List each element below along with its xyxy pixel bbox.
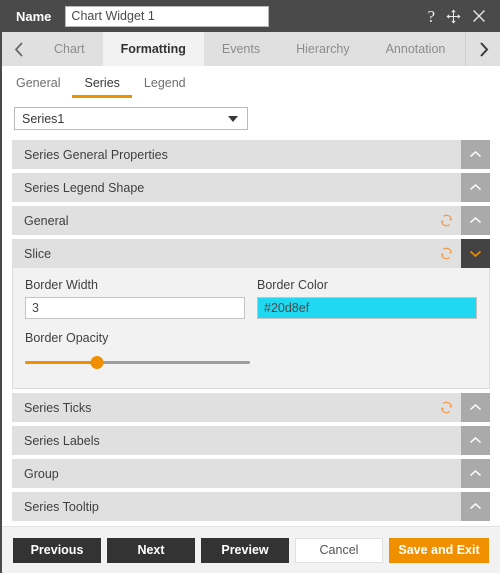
- series-dropdown[interactable]: Series1: [14, 107, 248, 130]
- tab-chart-label: Chart: [54, 42, 85, 56]
- accordion-item-slice: Slice Border Width 3 Border Color #20d8e…: [12, 239, 490, 389]
- close-icon[interactable]: [472, 9, 486, 23]
- previous-button[interactable]: Previous: [13, 537, 101, 563]
- reset-icon[interactable]: [435, 213, 457, 228]
- move-icon[interactable]: [446, 8, 461, 24]
- widget-name-input[interactable]: [65, 5, 270, 27]
- accordion-toggle-collapsed[interactable]: [461, 426, 490, 455]
- subtab-series[interactable]: Series: [72, 76, 132, 98]
- tab-formatting[interactable]: Formatting: [102, 32, 204, 66]
- border-width-label: Border Width: [25, 278, 98, 292]
- dialog-titlebar: Name ?: [2, 0, 500, 32]
- subtab-general-label: General: [16, 76, 61, 90]
- border-color-label: Border Color: [257, 278, 328, 292]
- accordion-header-general[interactable]: General: [12, 206, 490, 235]
- cancel-button[interactable]: Cancel: [295, 537, 383, 563]
- accordion-toggle-collapsed[interactable]: [461, 393, 490, 422]
- accordion-header-series-ticks[interactable]: Series Ticks: [12, 393, 490, 422]
- series-accordion: Series General Properties Series Legend …: [2, 136, 500, 526]
- border-opacity-field: Border Opacity: [25, 331, 477, 372]
- accordion-item-general: General: [12, 206, 490, 235]
- border-opacity-slider[interactable]: [25, 354, 250, 372]
- help-icon[interactable]: ?: [427, 8, 435, 25]
- accordion-item-group: Group: [12, 459, 490, 488]
- border-color-field: Border Color #20d8ef: [257, 278, 477, 319]
- border-color-swatch[interactable]: #20d8ef: [257, 297, 477, 319]
- accordion-item-series-general-properties: Series General Properties: [12, 140, 490, 169]
- accordion-title: Series Legend Shape: [24, 180, 145, 195]
- series-select-row: Series1: [2, 98, 500, 136]
- tab-hierarchy-label: Hierarchy: [296, 42, 350, 56]
- accordion-title: Series General Properties: [24, 147, 168, 162]
- accordion-title: Series Labels: [24, 433, 100, 448]
- series-dropdown-value: Series1: [22, 111, 65, 126]
- subtab-legend-label: Legend: [143, 76, 186, 90]
- tab-chart[interactable]: Chart: [36, 32, 103, 66]
- accordion-title: Series Ticks: [24, 400, 92, 415]
- accordion-item-series-ticks: Series Ticks: [12, 393, 490, 422]
- tab-list: Chart Formatting Events Hierarchy Annota…: [36, 32, 465, 66]
- accordion-header-series-labels[interactable]: Series Labels: [12, 426, 490, 455]
- chart-widget-dialog: Name ?: [0, 0, 500, 573]
- name-label: Name: [16, 8, 52, 24]
- tab-annotation[interactable]: Annotation: [367, 32, 464, 66]
- accordion-title: Group: [24, 466, 59, 481]
- border-width-field: Border Width: [25, 278, 245, 319]
- accordion-header-group[interactable]: Group: [12, 459, 490, 488]
- accordion-title: Series Tooltip: [24, 499, 99, 514]
- accordion-toggle-collapsed[interactable]: [461, 206, 490, 235]
- border-color-value: #20d8ef: [264, 301, 310, 315]
- tabs-scroll-right-button[interactable]: [465, 32, 500, 66]
- accordion-item-series-tooltip: Series Tooltip: [12, 492, 490, 521]
- chevron-left-icon: [13, 41, 26, 58]
- formatting-panel: General Series Legend Series1 Series Gen…: [2, 66, 500, 526]
- accordion-header-series-tooltip[interactable]: Series Tooltip: [12, 492, 490, 521]
- subtab-legend[interactable]: Legend: [132, 76, 198, 98]
- accordion-item-series-labels: Series Labels: [12, 426, 490, 455]
- chevron-down-icon: [228, 115, 238, 122]
- formatting-subtabs: General Series Legend: [2, 66, 500, 98]
- reset-icon[interactable]: [435, 400, 457, 415]
- slider-thumb[interactable]: [90, 356, 104, 369]
- border-opacity-label: Border Opacity: [25, 331, 109, 345]
- subtab-series-label: Series: [84, 76, 120, 90]
- next-button[interactable]: Next: [107, 537, 195, 563]
- accordion-toggle-collapsed[interactable]: [461, 140, 490, 169]
- accordion-toggle-collapsed[interactable]: [461, 173, 490, 202]
- tabs-scroll-left-button[interactable]: [2, 32, 36, 66]
- accordion-toggle-collapsed[interactable]: [461, 492, 490, 521]
- slice-field-row: Border Width Border Color #20d8ef: [25, 278, 477, 319]
- slider-fill: [25, 361, 97, 364]
- save-and-exit-button[interactable]: Save and Exit: [389, 537, 489, 563]
- chevron-right-icon: [477, 41, 490, 58]
- accordion-header-series-legend-shape[interactable]: Series Legend Shape: [12, 173, 490, 202]
- accordion-header-series-general-properties[interactable]: Series General Properties: [12, 140, 490, 169]
- tab-formatting-label: Formatting: [120, 42, 186, 56]
- reset-icon[interactable]: [435, 246, 457, 261]
- preview-button[interactable]: Preview: [201, 537, 289, 563]
- subtab-general[interactable]: General: [14, 76, 72, 98]
- dialog-footer: Previous Next Preview Cancel Save and Ex…: [2, 526, 500, 573]
- tab-hierarchy[interactable]: Hierarchy: [278, 32, 368, 66]
- main-tabstrip: Chart Formatting Events Hierarchy Annota…: [2, 32, 500, 66]
- accordion-title: Slice: [24, 246, 52, 261]
- accordion-title: General: [24, 213, 69, 228]
- accordion-item-series-legend-shape: Series Legend Shape: [12, 173, 490, 202]
- accordion-header-slice[interactable]: Slice: [12, 239, 490, 268]
- tab-events-label: Events: [221, 42, 261, 56]
- border-width-input[interactable]: [25, 297, 245, 319]
- accordion-toggle-collapsed[interactable]: [461, 459, 490, 488]
- titlebar-icons: ?: [427, 8, 492, 25]
- accordion-toggle-expanded[interactable]: [461, 239, 490, 268]
- tab-events[interactable]: Events: [203, 32, 279, 66]
- tab-annotation-label: Annotation: [385, 42, 446, 56]
- slice-settings-body: Border Width Border Color #20d8ef Border…: [12, 268, 490, 389]
